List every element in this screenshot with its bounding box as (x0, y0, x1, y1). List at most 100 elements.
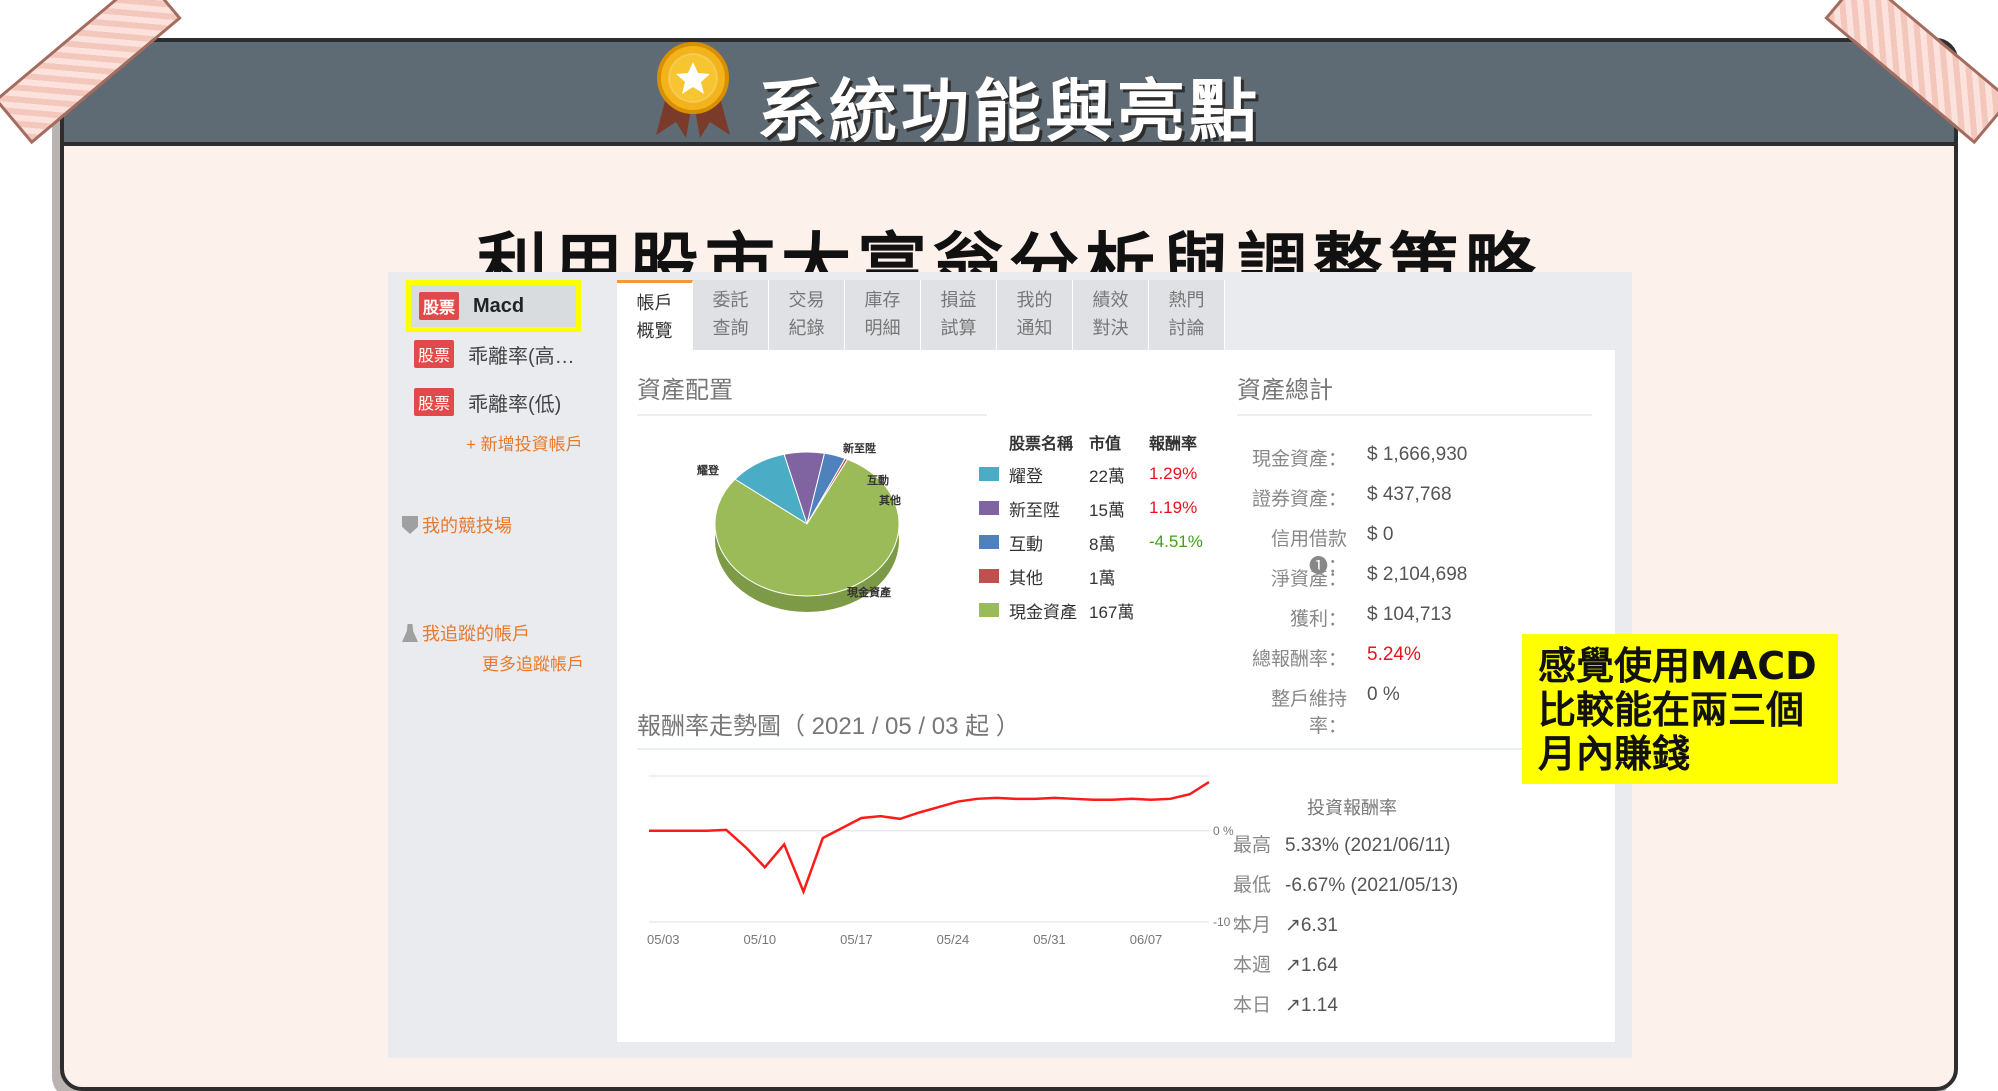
following-link[interactable]: 我追蹤的帳戶 (402, 620, 530, 646)
legend-swatch (979, 467, 999, 481)
legend-swatch (979, 603, 999, 617)
pie-label: 耀登 (697, 463, 720, 477)
person-icon (402, 624, 418, 642)
summary-title: 資產總計 (1237, 377, 1333, 404)
summary-label: 證券資產： (1251, 489, 1347, 510)
legend-return: -4.51% (1149, 532, 1203, 551)
summary-value: $ 104,713 (1367, 604, 1452, 625)
tab-label-line2: 討論 (1168, 318, 1205, 338)
tab-7[interactable]: 熱門 討論 (1149, 280, 1225, 350)
tab-1[interactable]: 委託 查詢 (693, 280, 769, 350)
summary-row: 獲利： $ 104,713 (1237, 604, 1537, 631)
pie-label: 新至陞 (843, 441, 876, 455)
sidebar-item-macd[interactable]: 股票 Macd (406, 280, 581, 332)
header-title: 系統功能與亮點 (756, 73, 1261, 152)
tab-label-line1: 績效 (1092, 290, 1129, 310)
y-tick-label: 0 % (1213, 824, 1234, 838)
summary-label: 整戶維持率： (1270, 689, 1347, 737)
pie-label: 互動 (867, 473, 889, 487)
tab-0[interactable]: 帳戶 概覽 (617, 280, 693, 350)
summary-label: 總報酬率： (1251, 649, 1347, 670)
stats-title: 投資報酬率 (1307, 798, 1397, 818)
x-tick-label: 05/03 (647, 932, 680, 947)
legend-row: 現金資產 167萬 (979, 596, 1229, 624)
note-line: 月內賺錢 (1538, 732, 1691, 776)
summary-label: 獲利： (1289, 609, 1347, 630)
tab-bar: 帳戶 概覽 委託 查詢 交易紀錄 庫存 明細 損益 試算 我的 通知 績效對決 熱門 討論 (617, 280, 1225, 350)
summary-row: 總報酬率： 5.24% (1237, 644, 1537, 671)
legend-swatch (979, 501, 999, 515)
tab-label-line2: 明細 (864, 318, 901, 338)
tab-3[interactable]: 庫存 明細 (845, 280, 921, 350)
legend-return: 1.19% (1149, 498, 1198, 517)
tab-5[interactable]: 我的 通知 (997, 280, 1073, 350)
stat-row: 本日 ↗1.14 (1233, 990, 1338, 1017)
legend-swatch (979, 535, 999, 549)
more-following-link[interactable]: 更多追蹤帳戶 (482, 650, 584, 675)
slide-frame: 系統功能與亮點 利用股市大富翁分析與調整策略 股票 Macd 股票 乖離率(高…… (60, 38, 1958, 1091)
allocation-pie-chart: 耀登 新至陞互動其他現金資產 (697, 441, 901, 612)
header-value: 市值 (1089, 436, 1122, 453)
tab-6[interactable]: 績效 對決 (1073, 280, 1149, 350)
stat-value: -6.67% (2021/05/13) (1285, 875, 1459, 896)
x-tick-label: 05/10 (744, 932, 777, 947)
return-series-line (649, 781, 1210, 896)
summary-row: 證券資產： $ 437,768 (1237, 484, 1537, 511)
stat-value: ↗1.64 (1285, 955, 1338, 976)
summary-value: $ 1,666,930 (1367, 444, 1468, 465)
pie-label: 其他 (879, 493, 901, 507)
tab-label-line2: 對決 (1092, 318, 1129, 338)
stat-label: 本週 (1233, 955, 1272, 976)
app-screenshot: 股票 Macd 股票 乖離率(高… 股票 乖離率(低) + 新增投資帳戶 我的競… (388, 272, 1632, 1058)
shield-icon (402, 516, 418, 534)
legend-name: 耀登 (1009, 466, 1043, 486)
trend-title: 報酬率走勢圖（ 2021 / 05 / 03 起 ） (637, 713, 1020, 740)
sidebar-item-label: Macd (473, 294, 525, 317)
stat-value: 5.33% (2021/06/11) (1285, 835, 1451, 856)
medal-icon (656, 42, 730, 138)
summary-row: 淨資產： $ 2,104,698 (1237, 564, 1537, 591)
stat-value: ↗1.14 (1285, 995, 1338, 1016)
summary-row: 現金資產： $ 1,666,930 (1237, 444, 1537, 471)
tab-label-line1: 交易 (788, 290, 825, 310)
legend-name: 新至陞 (1009, 500, 1060, 520)
legend-swatch (979, 569, 999, 583)
sidebar-item-bias-high[interactable]: 股票 乖離率(高… (404, 334, 599, 374)
stat-label: 最低 (1233, 875, 1272, 896)
note-line: 感覺使用MACD (1538, 644, 1817, 688)
summary-row: 整戶維持率： 0 % (1237, 684, 1537, 738)
tab-label-line2: 紀錄 (788, 318, 825, 338)
sidebar-item-bias-low[interactable]: 股票 乖離率(低) (404, 382, 599, 422)
stat-row: 本週 ↗1.64 (1233, 950, 1338, 977)
summary-label: 淨資產： (1270, 569, 1347, 590)
stat-label: 本月 (1233, 915, 1272, 936)
arena-label: 我的競技場 (422, 516, 512, 536)
tab-4[interactable]: 損益 試算 (921, 280, 997, 350)
return-trend-chart: 0 %-10 %05/0305/1005/1705/2405/3106/07 (647, 775, 1237, 947)
stat-value: ↗6.31 (1285, 915, 1338, 936)
stock-badge: 股票 (414, 388, 455, 416)
following-label: 我追蹤的帳戶 (422, 624, 530, 644)
legend-value: 15萬 (1089, 500, 1125, 520)
tab-label-line2: 查詢 (712, 318, 749, 338)
tab-label-line2: 概覽 (636, 321, 673, 341)
add-account-link[interactable]: + 新增投資帳戶 (466, 430, 583, 455)
legend-value: 22萬 (1089, 466, 1125, 486)
summary-value: $ 2,104,698 (1367, 564, 1468, 585)
comment-note: 感覺使用MACD 比較能在兩三個 月內賺錢 (1522, 634, 1838, 784)
divider (637, 414, 987, 416)
legend-row: 新至陞 15萬 1.19% (979, 494, 1229, 522)
tab-2[interactable]: 交易 紀錄 (769, 280, 845, 350)
stat-row: 最高 5.33% (2021/06/11) (1233, 830, 1451, 857)
legend-row: 互動 8萬 -4.51% (979, 528, 1229, 556)
arena-link[interactable]: 我的競技場 (402, 512, 512, 538)
summary-value: 5.24% (1367, 644, 1421, 665)
summary-value: $ 437,768 (1367, 484, 1452, 505)
tab-label-line2: 試算 (940, 318, 977, 338)
stock-badge: 股票 (419, 292, 460, 320)
legend-header: 股票名稱 市值 報酬率 (979, 428, 1229, 456)
divider (1237, 414, 1592, 416)
summary-label: 現金資產： (1251, 449, 1347, 470)
legend-name: 互動 (1009, 534, 1043, 554)
tab-label-line1: 我的 (1016, 290, 1053, 310)
